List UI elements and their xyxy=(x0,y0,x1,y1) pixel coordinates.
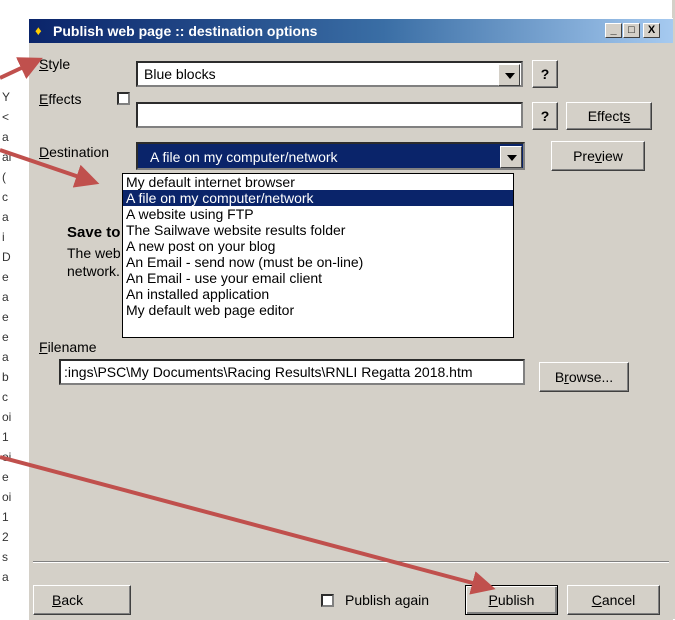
maximize-button[interactable]: □ xyxy=(623,23,640,38)
preview-button[interactable]: Preview xyxy=(551,141,645,171)
background-text-fragment: a xyxy=(2,130,9,144)
background-text-fragment: 2 xyxy=(2,530,9,544)
style-label: Style xyxy=(39,56,71,72)
background-text-fragment: < xyxy=(2,110,10,124)
browse-button[interactable]: Browse... xyxy=(539,362,629,392)
background-text-fragment: e xyxy=(2,310,9,324)
window-title: Publish web page :: destination options xyxy=(53,23,318,39)
style-select-value: Blue blocks xyxy=(144,66,216,82)
info-heading: Save to xyxy=(67,224,121,241)
background-text-fragment: a xyxy=(2,210,9,224)
background-window-strip: Y < a al(c a i De a e e a b c oi 1 oi e oi 1 2 s a xyxy=(0,0,24,619)
background-text-fragment: al xyxy=(2,150,12,164)
background-text-fragment: 1 xyxy=(2,510,9,524)
background-text-fragment: a xyxy=(2,570,9,584)
destination-dropdown-list[interactable]: My default internet browser A file on my … xyxy=(122,173,514,338)
background-text-fragment: a xyxy=(2,350,9,364)
background-text-fragment: oi xyxy=(2,490,12,504)
background-text-fragment: e xyxy=(2,270,9,284)
background-text-fragment: c xyxy=(2,190,8,204)
destination-label: Destination xyxy=(39,144,110,160)
close-button[interactable]: X xyxy=(643,23,660,38)
destination-option[interactable]: A file on my computer/network xyxy=(123,190,513,206)
background-text-fragment: 1 xyxy=(2,430,9,444)
background-text-fragment: c xyxy=(2,390,8,404)
publish-again-label: Publish again xyxy=(345,592,430,608)
filename-input[interactable]: :ings\PSC\My Documents\Racing Results\RN… xyxy=(59,359,525,385)
cancel-button[interactable]: Cancel xyxy=(567,585,660,615)
effects-checkbox[interactable] xyxy=(117,92,130,105)
destination-option[interactable]: My default internet browser xyxy=(123,174,513,190)
app-icon: ♦ xyxy=(35,23,42,38)
destination-option[interactable]: A new post on your blog xyxy=(123,238,513,254)
publish-again-checkbox[interactable] xyxy=(321,594,334,607)
background-text-fragment: Y xyxy=(2,90,11,104)
destination-option[interactable]: A website using FTP xyxy=(123,206,513,222)
footer-separator xyxy=(33,561,669,563)
effects-input[interactable] xyxy=(136,102,523,128)
background-text-fragment: e xyxy=(2,470,9,484)
back-button[interactable]: Back xyxy=(33,585,131,615)
destination-option[interactable]: An Email - send now (must be on-line) xyxy=(123,254,513,270)
background-text-fragment: D xyxy=(2,250,11,264)
publish-dialog: ♦ Publish web page :: destination option… xyxy=(28,18,673,620)
destination-option[interactable]: An installed application xyxy=(123,286,513,302)
style-help-button[interactable]: ? xyxy=(532,60,558,88)
destination-select-value: A file on my computer/network xyxy=(150,149,338,165)
background-text-fragment: i xyxy=(2,230,5,244)
minimize-button[interactable]: _ xyxy=(605,23,622,38)
background-text-fragment: ( xyxy=(2,170,6,184)
background-text-fragment: a xyxy=(2,290,9,304)
publish-button[interactable]: Publish xyxy=(465,585,558,615)
filename-label: Filename xyxy=(39,339,97,355)
background-text-fragment: b xyxy=(2,370,9,384)
filename-value: :ings\PSC\My Documents\Racing Results\RN… xyxy=(64,364,473,380)
effects-help-button[interactable]: ? xyxy=(532,102,558,130)
title-bar[interactable]: ♦ Publish web page :: destination option… xyxy=(29,19,673,43)
background-text-fragment: s xyxy=(2,550,8,564)
background-text-fragment: e xyxy=(2,330,9,344)
destination-option[interactable]: An Email - use your email client xyxy=(123,270,513,286)
destination-option[interactable]: My default web page editor xyxy=(123,302,513,318)
info-text-line2: network. xyxy=(67,263,120,279)
background-text-fragment: oi xyxy=(2,450,12,464)
background-text-fragment: oi xyxy=(2,410,12,424)
style-select[interactable]: Blue blocks xyxy=(136,61,523,87)
effects-label: Effects xyxy=(39,91,82,107)
chevron-down-icon[interactable] xyxy=(498,64,520,86)
chevron-down-icon[interactable] xyxy=(500,146,522,168)
destination-select[interactable]: A file on my computer/network xyxy=(136,142,525,170)
effects-button[interactable]: Effects xyxy=(566,102,652,130)
destination-option[interactable]: The Sailwave website results folder xyxy=(123,222,513,238)
